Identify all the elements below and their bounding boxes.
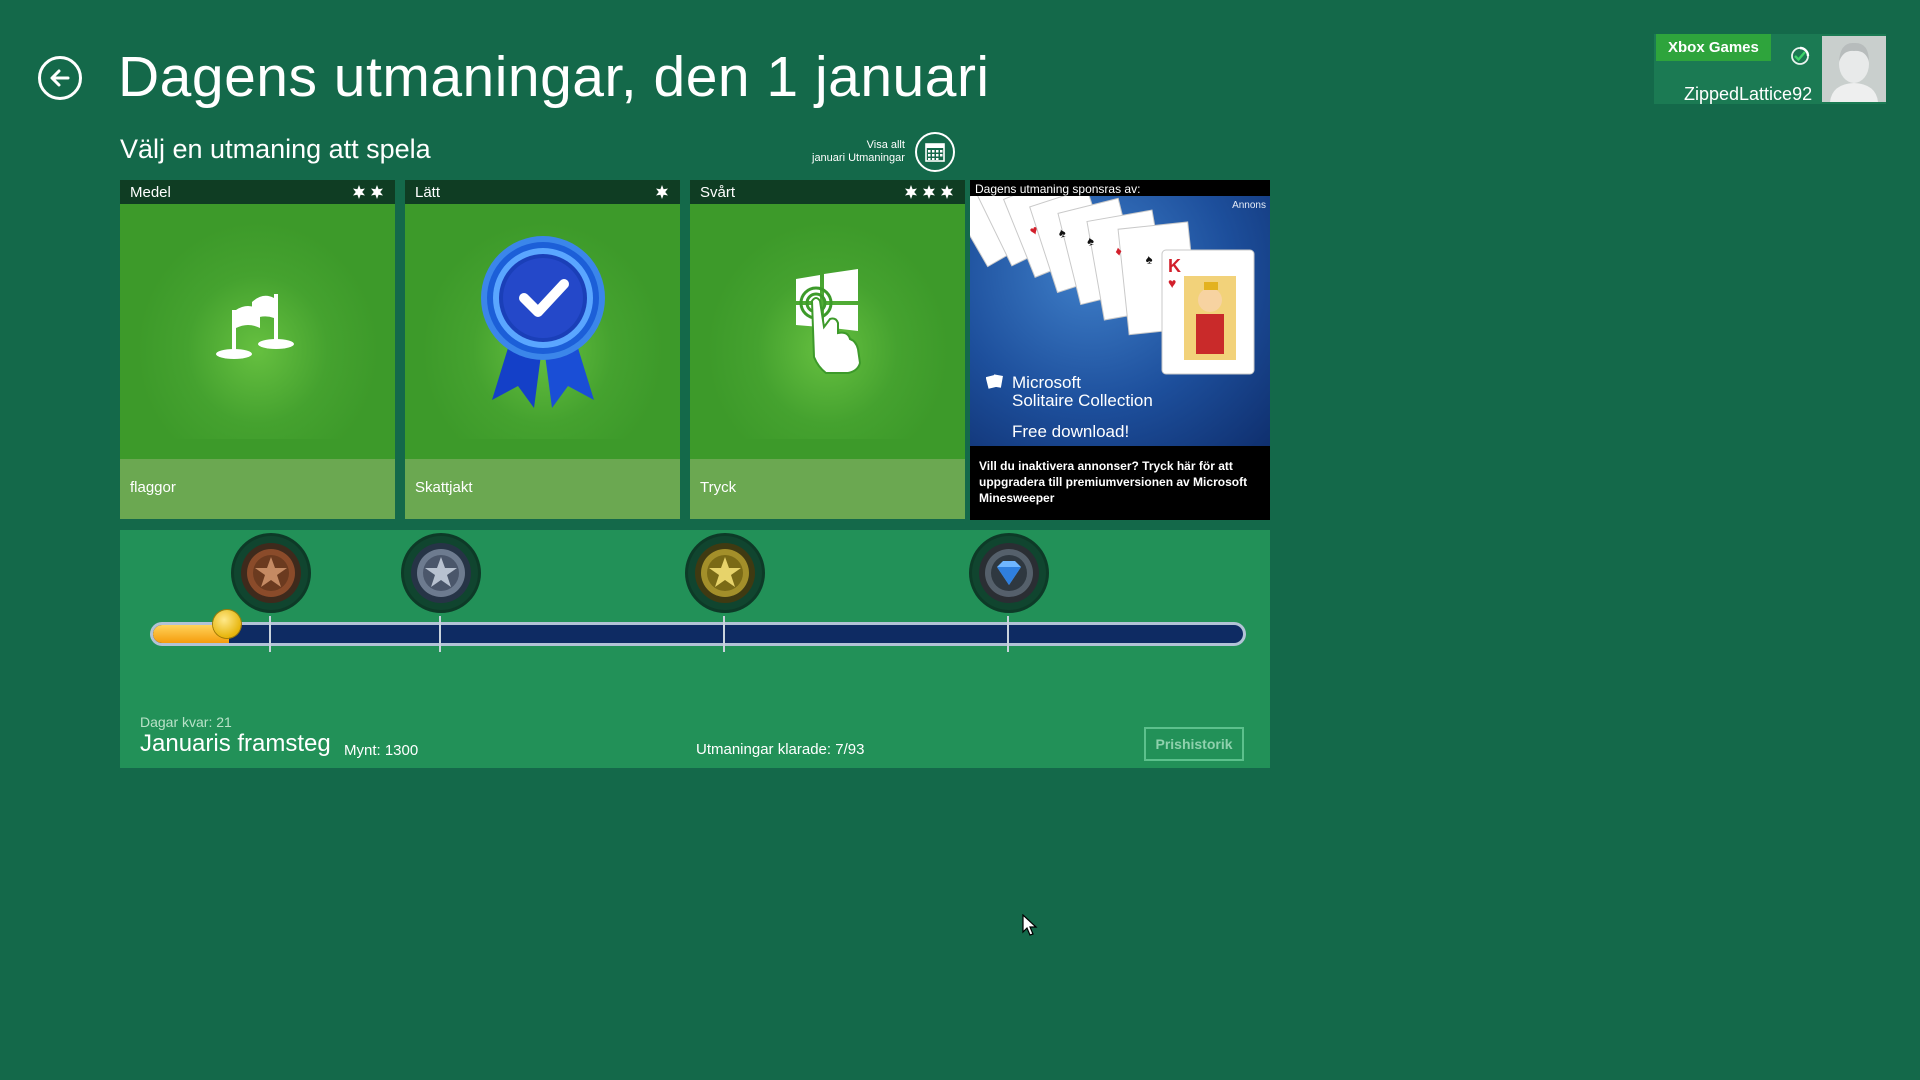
coin-marker-icon: [212, 610, 241, 638]
mouse-cursor-icon: [1022, 914, 1038, 936]
page-subtitle: Välj en utmaning att spela: [120, 134, 431, 164]
challenge-name: flaggor: [120, 459, 395, 519]
star-icon: [371, 185, 383, 199]
milestone-tick: [269, 616, 271, 652]
ad-brand-line2: Solitaire Collection: [1012, 391, 1153, 410]
milestone-tick: [723, 616, 725, 652]
challenge-tile-tap[interactable]: Svårt Tryck: [690, 180, 965, 519]
ad-label: Annons: [1232, 200, 1266, 211]
milestone-tick: [1007, 616, 1009, 652]
gold-medal-icon[interactable]: [688, 536, 762, 610]
milestone-tick: [439, 616, 441, 652]
sync-icon: [1791, 46, 1810, 65]
star-icon: [656, 185, 668, 199]
challenge-name: Skattjakt: [405, 459, 680, 519]
difficulty-stars: [903, 184, 955, 200]
star-icon: [941, 185, 953, 199]
bronze-medal-icon[interactable]: [234, 536, 308, 610]
difficulty-stars: [654, 184, 670, 200]
playing-cards-icon: ♥ ♠ ♠ ♦ ♠ K ♥: [970, 196, 1255, 375]
account-panel[interactable]: Xbox Games ZippedLattice92: [1654, 34, 1886, 104]
diamond-medal-icon[interactable]: [972, 536, 1046, 610]
back-arrow-icon: [50, 69, 70, 87]
difficulty-label: Lätt: [415, 183, 441, 201]
ad-brand-line1: Microsoft: [1012, 373, 1081, 392]
silver-medal-icon[interactable]: [404, 536, 478, 610]
advertisement[interactable]: Dagens utmaning sponsras av: ♥ ♠ ♠ ♦ ♠ K…: [970, 180, 1270, 520]
avatar[interactable]: [1822, 36, 1886, 102]
star-icon: [353, 185, 365, 199]
challenge-name: Tryck: [690, 459, 965, 519]
xbox-games-badge: Xbox Games: [1656, 34, 1771, 61]
monthly-progress-panel: Dagar kvar: 21 Januaris framsteg Mynt: 1…: [120, 530, 1270, 768]
calendar-icon: [914, 132, 955, 172]
view-all-month-label: januari Utmaningar: [812, 152, 905, 164]
back-button[interactable]: [38, 56, 82, 100]
tap-icon: [795, 268, 861, 374]
page-title: Dagens utmaningar, den 1 januari: [118, 45, 990, 109]
svg-text:K: K: [1168, 256, 1181, 276]
star-icon: [923, 185, 935, 199]
coins-count: Mynt: 1300: [344, 742, 419, 759]
view-all-label: Visa allt: [866, 139, 905, 151]
star-icon: [905, 185, 917, 199]
challenge-tile-treasure-hunt[interactable]: Lätt Skattjakt: [405, 180, 680, 519]
challenge-tile-flags[interactable]: Medel flaggor: [120, 180, 395, 519]
gamertag: ZippedLattice92: [1684, 84, 1813, 104]
ad-cta[interactable]: Free download!: [1012, 422, 1129, 442]
progress-track: [150, 622, 1246, 646]
flag-icon: [215, 293, 294, 359]
difficulty-label: Medel: [130, 183, 171, 201]
ad-sponsor-header: Dagens utmaning sponsras av:: [975, 182, 1141, 196]
difficulty-label: Svårt: [700, 183, 736, 201]
month-progress-title: Januaris framsteg: [140, 730, 331, 757]
price-history-button[interactable]: Prishistorik: [1144, 727, 1244, 761]
ad-banner-image[interactable]: ♥ ♠ ♠ ♦ ♠ K ♥ Annons Microsoft Solitaire…: [970, 196, 1270, 446]
days-left: Dagar kvar: 21: [140, 714, 232, 730]
difficulty-stars: [351, 184, 385, 200]
view-all-challenges-button[interactable]: Visa allt januari Utmaningar: [812, 132, 955, 172]
solitaire-logo-icon: [986, 374, 1003, 389]
svg-text:♥: ♥: [1168, 275, 1176, 291]
ad-brand: Microsoft Solitaire Collection: [986, 373, 1153, 410]
remove-ads-link[interactable]: Vill du inaktivera annonser? Tryck här f…: [979, 458, 1261, 506]
ribbon-check-icon: [480, 235, 605, 408]
challenges-completed: Utmaningar klarade: 7/93: [696, 741, 865, 758]
